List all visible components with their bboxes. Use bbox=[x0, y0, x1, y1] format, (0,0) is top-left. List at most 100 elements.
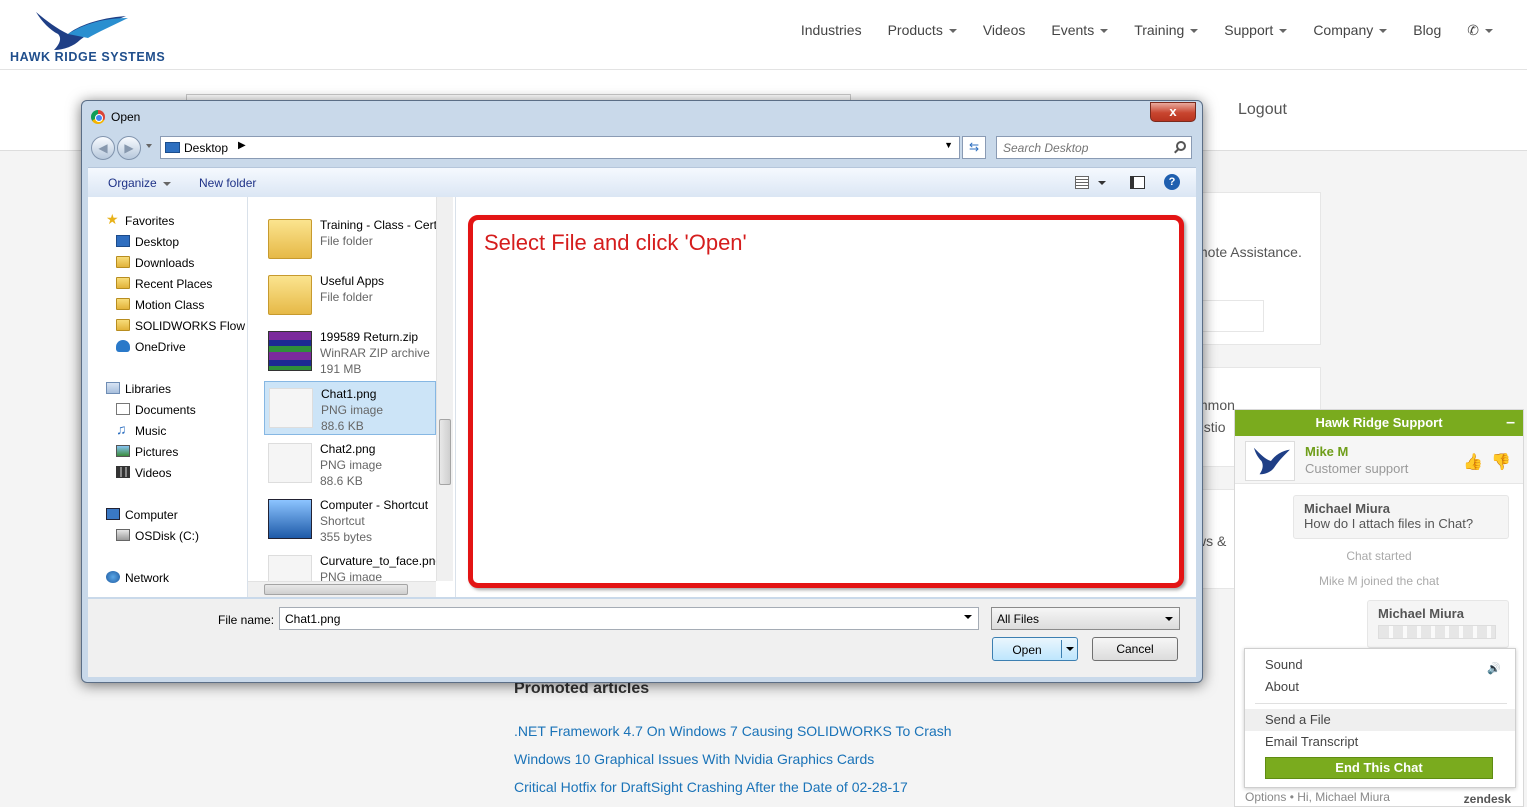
new-folder-button[interactable]: New folder bbox=[199, 176, 256, 190]
preview-pane-icon[interactable] bbox=[1130, 176, 1145, 189]
nav-label: Company bbox=[1313, 22, 1374, 38]
nav-training[interactable]: Training bbox=[1134, 22, 1199, 39]
article-link-3[interactable]: Critical Hotfix for DraftSight Crashing … bbox=[514, 779, 908, 795]
minimize-icon[interactable]: – bbox=[1506, 410, 1515, 436]
greeting-text: Hi, Michael Miura bbox=[1297, 790, 1390, 804]
file-name: Chat2.png bbox=[320, 442, 376, 456]
organize-button[interactable]: Organize bbox=[108, 176, 171, 190]
file-name-dropdown-icon[interactable] bbox=[964, 615, 972, 619]
agent-name: Mike M bbox=[1305, 444, 1349, 459]
file-type: File folder bbox=[320, 290, 373, 304]
dialog-title: Open bbox=[111, 110, 141, 124]
open-options-chevron-icon[interactable] bbox=[1066, 647, 1074, 651]
zendesk-logo[interactable]: zendesk bbox=[1464, 792, 1511, 806]
agent-role: Customer support bbox=[1305, 461, 1409, 476]
folder-icon bbox=[268, 219, 312, 259]
phone-icon[interactable]: ✆ bbox=[1467, 22, 1493, 39]
cancel-button[interactable]: Cancel bbox=[1092, 637, 1178, 661]
dialog-close-button[interactable]: x bbox=[1150, 102, 1196, 122]
annotation-callout: Select File and click 'Open' bbox=[468, 215, 1184, 588]
nav-support[interactable]: Support bbox=[1224, 22, 1288, 39]
file-size: 191 MB bbox=[320, 362, 362, 376]
search-desktop-input[interactable] bbox=[996, 136, 1192, 159]
address-dropdown-icon[interactable]: ▼ bbox=[944, 140, 953, 150]
star-icon: ★ bbox=[106, 211, 119, 227]
nav-label: Events bbox=[1051, 22, 1095, 38]
horizontal-scroll-thumb[interactable] bbox=[264, 584, 408, 595]
file-list-vertical-scrollbar[interactable] bbox=[436, 197, 453, 581]
refresh-icon[interactable]: ⇆ bbox=[962, 136, 986, 159]
file-type-select[interactable]: All Files bbox=[991, 607, 1180, 630]
file-list-item[interactable]: Chat2.png PNG image 88.6 KB bbox=[264, 437, 436, 491]
end-chat-button[interactable]: End This Chat bbox=[1265, 757, 1493, 779]
forward-arrow-icon[interactable]: ▶ bbox=[117, 136, 141, 160]
picture-icon bbox=[116, 445, 130, 457]
file-type-value: All Files bbox=[997, 612, 1040, 626]
file-list-item[interactable]: Training - Class - Cert File folder bbox=[264, 213, 437, 267]
thumbs-down-icon[interactable]: 👎 bbox=[1491, 452, 1511, 472]
nav-tree-label: Pictures bbox=[135, 445, 179, 459]
address-text[interactable]: Desktop bbox=[184, 141, 228, 155]
background-text-1: mote Assistance. bbox=[1196, 244, 1302, 260]
nav-blog[interactable]: Blog bbox=[1413, 22, 1441, 39]
view-options-chevron-icon[interactable] bbox=[1098, 181, 1106, 185]
nav-industries[interactable]: Industries bbox=[801, 22, 862, 39]
back-arrow-icon[interactable]: ◀ bbox=[91, 136, 115, 160]
dialog-footer: File name: Chat1.png All Files Open Canc… bbox=[88, 599, 1196, 677]
vertical-scroll-thumb[interactable] bbox=[439, 419, 451, 485]
file-name-input[interactable]: Chat1.png bbox=[279, 607, 979, 630]
chevron-down-icon bbox=[1379, 29, 1388, 34]
desktop-location-icon bbox=[165, 142, 180, 153]
file-name: Curvature_to_face.png bbox=[320, 554, 443, 568]
nav-tree-label: Desktop bbox=[135, 235, 180, 249]
file-list-item[interactable]: Useful Apps File folder bbox=[264, 269, 436, 323]
help-icon[interactable]: ? bbox=[1164, 174, 1180, 190]
file-list: Training - Class - Cert File folder Useful… bbox=[248, 197, 455, 597]
recent-locations-chevron-icon[interactable] bbox=[146, 144, 152, 148]
file-list-item[interactable]: Chat1.png PNG image 88.6 KB bbox=[264, 381, 436, 435]
address-bar[interactable]: Desktop ▶ ▼ bbox=[160, 136, 960, 159]
chevron-down-icon bbox=[1485, 29, 1493, 34]
file-type: Shortcut bbox=[320, 514, 365, 528]
article-link-1[interactable]: .NET Framework 4.7 On Windows 7 Causing … bbox=[514, 723, 952, 739]
options-link[interactable]: Options bbox=[1245, 790, 1286, 804]
send-file-menu-item[interactable]: Send a File bbox=[1245, 709, 1515, 731]
chat-header[interactable]: Hawk Ridge Support – bbox=[1235, 410, 1523, 436]
change-view-icon[interactable] bbox=[1075, 176, 1089, 189]
article-link-2[interactable]: Windows 10 Graphical Issues With Nvidia … bbox=[514, 751, 874, 767]
breadcrumb-arrow-icon[interactable]: ▶ bbox=[238, 140, 246, 151]
search-icon[interactable] bbox=[1176, 141, 1186, 151]
dialog-titlebar[interactable]: Open x bbox=[82, 101, 1202, 133]
nav-label: Training bbox=[1134, 22, 1185, 38]
chat-message: Michael Miura How do I attach files in C… bbox=[1293, 495, 1509, 539]
menu-divider bbox=[1255, 703, 1507, 704]
logout-link[interactable]: Logout bbox=[1238, 101, 1287, 119]
sound-menu-item[interactable]: Sound 🔊 bbox=[1245, 654, 1515, 676]
file-type: PNG image bbox=[321, 403, 384, 417]
nav-horizontal-scrollbar[interactable] bbox=[248, 581, 436, 597]
zip-icon bbox=[268, 331, 312, 371]
nav-videos[interactable]: Videos bbox=[983, 22, 1026, 39]
logo-text: HAWK RIDGE SYSTEMS bbox=[10, 50, 166, 64]
nav-tree-label: OneDrive bbox=[135, 340, 186, 354]
music-icon: ♫ bbox=[116, 421, 127, 437]
thumbs-up-icon[interactable]: 👍 bbox=[1463, 452, 1483, 472]
nav-tree-label: Videos bbox=[135, 466, 172, 480]
nav-tree-label: Network bbox=[125, 571, 170, 585]
chevron-down-icon bbox=[1190, 29, 1199, 34]
nav-events[interactable]: Events bbox=[1051, 22, 1109, 39]
about-menu-item[interactable]: About bbox=[1245, 676, 1515, 698]
email-transcript-menu-item[interactable]: Email Transcript bbox=[1245, 731, 1515, 753]
nav-tree-label: Libraries bbox=[125, 382, 172, 396]
nav-company[interactable]: Company bbox=[1313, 22, 1388, 39]
folder-icon bbox=[116, 319, 130, 331]
attachment-thumbnail[interactable] bbox=[1378, 625, 1496, 639]
chevron-down-icon bbox=[1279, 29, 1288, 34]
computer-icon bbox=[106, 508, 120, 520]
open-button[interactable]: Open bbox=[992, 637, 1078, 661]
nav-products[interactable]: Products bbox=[888, 22, 957, 39]
file-list-item[interactable]: 199589 Return.zip WinRAR ZIP archive 191 M… bbox=[264, 325, 436, 379]
sound-label: Sound bbox=[1265, 657, 1303, 672]
file-name: Useful Apps bbox=[320, 274, 385, 288]
file-list-item[interactable]: Computer - Shortcut Shortcut 355 bytes bbox=[264, 493, 436, 547]
